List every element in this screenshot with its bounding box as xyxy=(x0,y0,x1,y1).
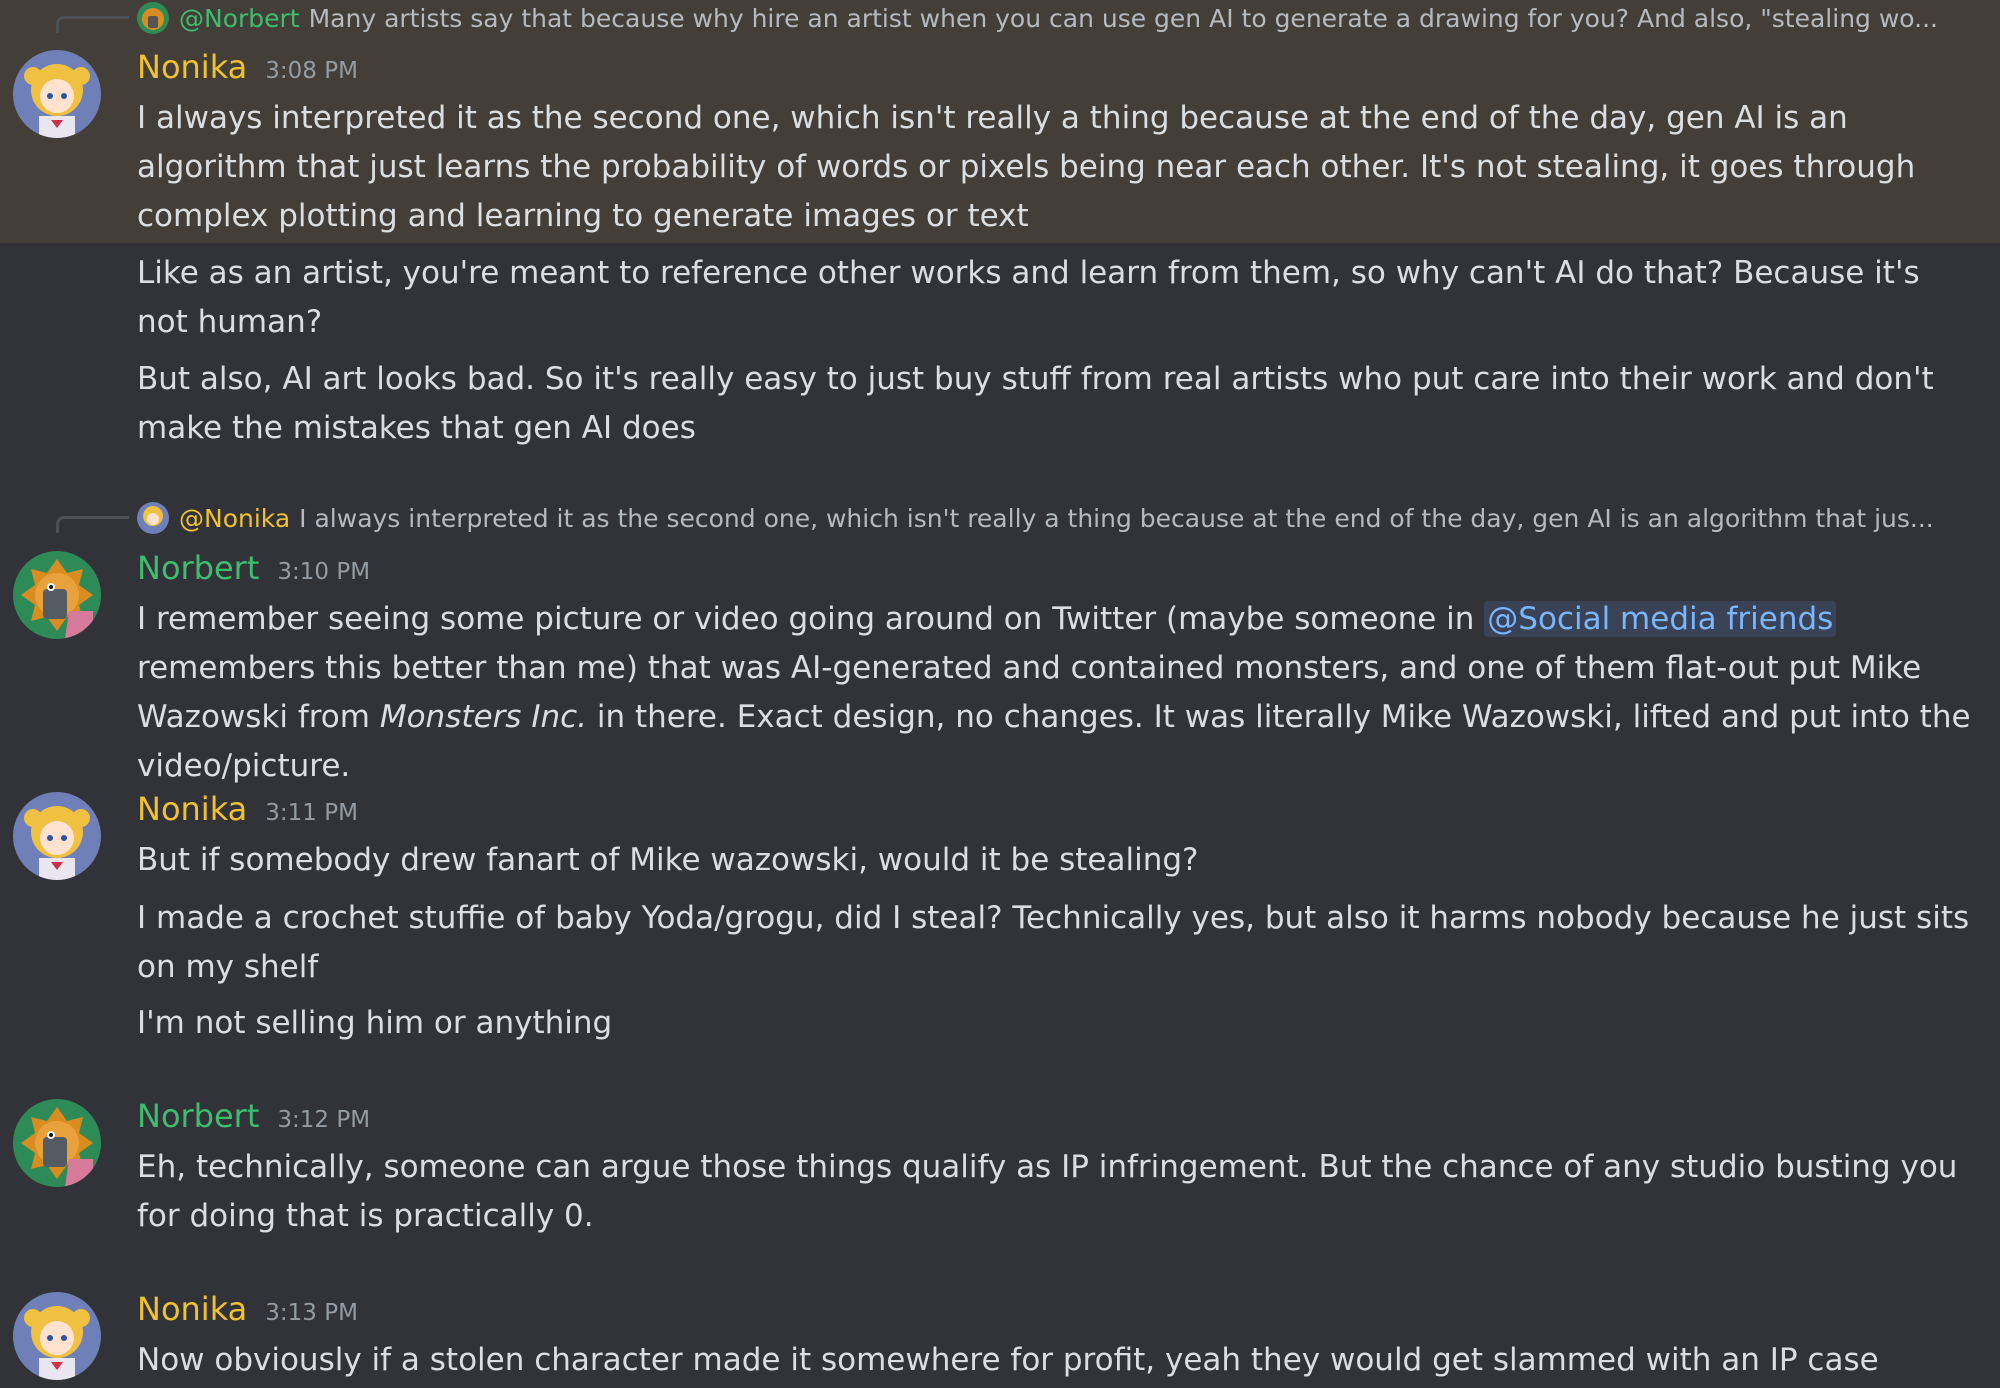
message-header: Nonika 3:08 PM xyxy=(137,48,358,86)
message-text: I made a crochet stuffie of baby Yoda/gr… xyxy=(137,900,1970,985)
timestamp[interactable]: 3:13 PM xyxy=(265,1300,358,1326)
nonika-avatar[interactable] xyxy=(13,1292,101,1380)
message-text: Like as an artist, you're meant to refer… xyxy=(137,255,1920,340)
reply-connector xyxy=(56,16,129,33)
username[interactable]: Norbert xyxy=(137,1097,259,1135)
message-header: Nonika 3:13 PM xyxy=(137,1290,358,1328)
nonika-reply-avatar xyxy=(137,502,169,534)
reply-preview[interactable]: @Nonika I always interpreted it as the s… xyxy=(137,500,1987,536)
message-header: Nonika 3:11 PM xyxy=(137,790,358,828)
reply-text: Many artists say that because why hire a… xyxy=(308,3,1938,33)
username[interactable]: Nonika xyxy=(137,48,247,86)
username[interactable]: Nonika xyxy=(137,790,247,828)
timestamp[interactable]: 3:11 PM xyxy=(265,800,358,826)
nonika-avatar[interactable] xyxy=(13,50,101,138)
timestamp[interactable]: 3:12 PM xyxy=(277,1107,370,1133)
username[interactable]: Nonika xyxy=(137,1290,247,1328)
reply-connector xyxy=(56,516,129,533)
norbert-avatar[interactable] xyxy=(13,1099,101,1187)
message-text: Now obviously if a stolen character made… xyxy=(137,1342,1879,1378)
message-text-part: I remember seeing some picture or video … xyxy=(137,601,1485,637)
message-text: But also, AI art looks bad. So it's real… xyxy=(137,361,1934,446)
norbert-reply-avatar xyxy=(137,2,169,34)
username[interactable]: Norbert xyxy=(137,549,259,587)
message-header: Norbert 3:10 PM xyxy=(137,549,370,587)
nonika-avatar[interactable] xyxy=(13,792,101,880)
message-text: Eh, technically, someone can argue those… xyxy=(137,1149,1958,1234)
reply-username[interactable]: @Norbert xyxy=(179,4,300,33)
message-header: Norbert 3:12 PM xyxy=(137,1097,370,1135)
reply-text: I always interpreted it as the second on… xyxy=(299,503,1934,533)
reply-preview[interactable]: @Norbert Many artists say that because w… xyxy=(137,0,1987,36)
message-text: I always interpreted it as the second on… xyxy=(137,100,1916,234)
role-mention[interactable]: @Social media friends xyxy=(1484,601,1837,637)
italic-text: Monsters Inc. xyxy=(379,699,588,735)
reply-username[interactable]: @Nonika xyxy=(179,504,290,533)
message-text: I'm not selling him or anything xyxy=(137,1005,613,1041)
message-text: But if somebody drew fanart of Mike wazo… xyxy=(137,842,1199,878)
message-text: I remember seeing some picture or video … xyxy=(137,595,1977,791)
timestamp[interactable]: 3:08 PM xyxy=(265,58,358,84)
norbert-avatar[interactable] xyxy=(13,551,101,639)
timestamp[interactable]: 3:10 PM xyxy=(277,559,370,585)
